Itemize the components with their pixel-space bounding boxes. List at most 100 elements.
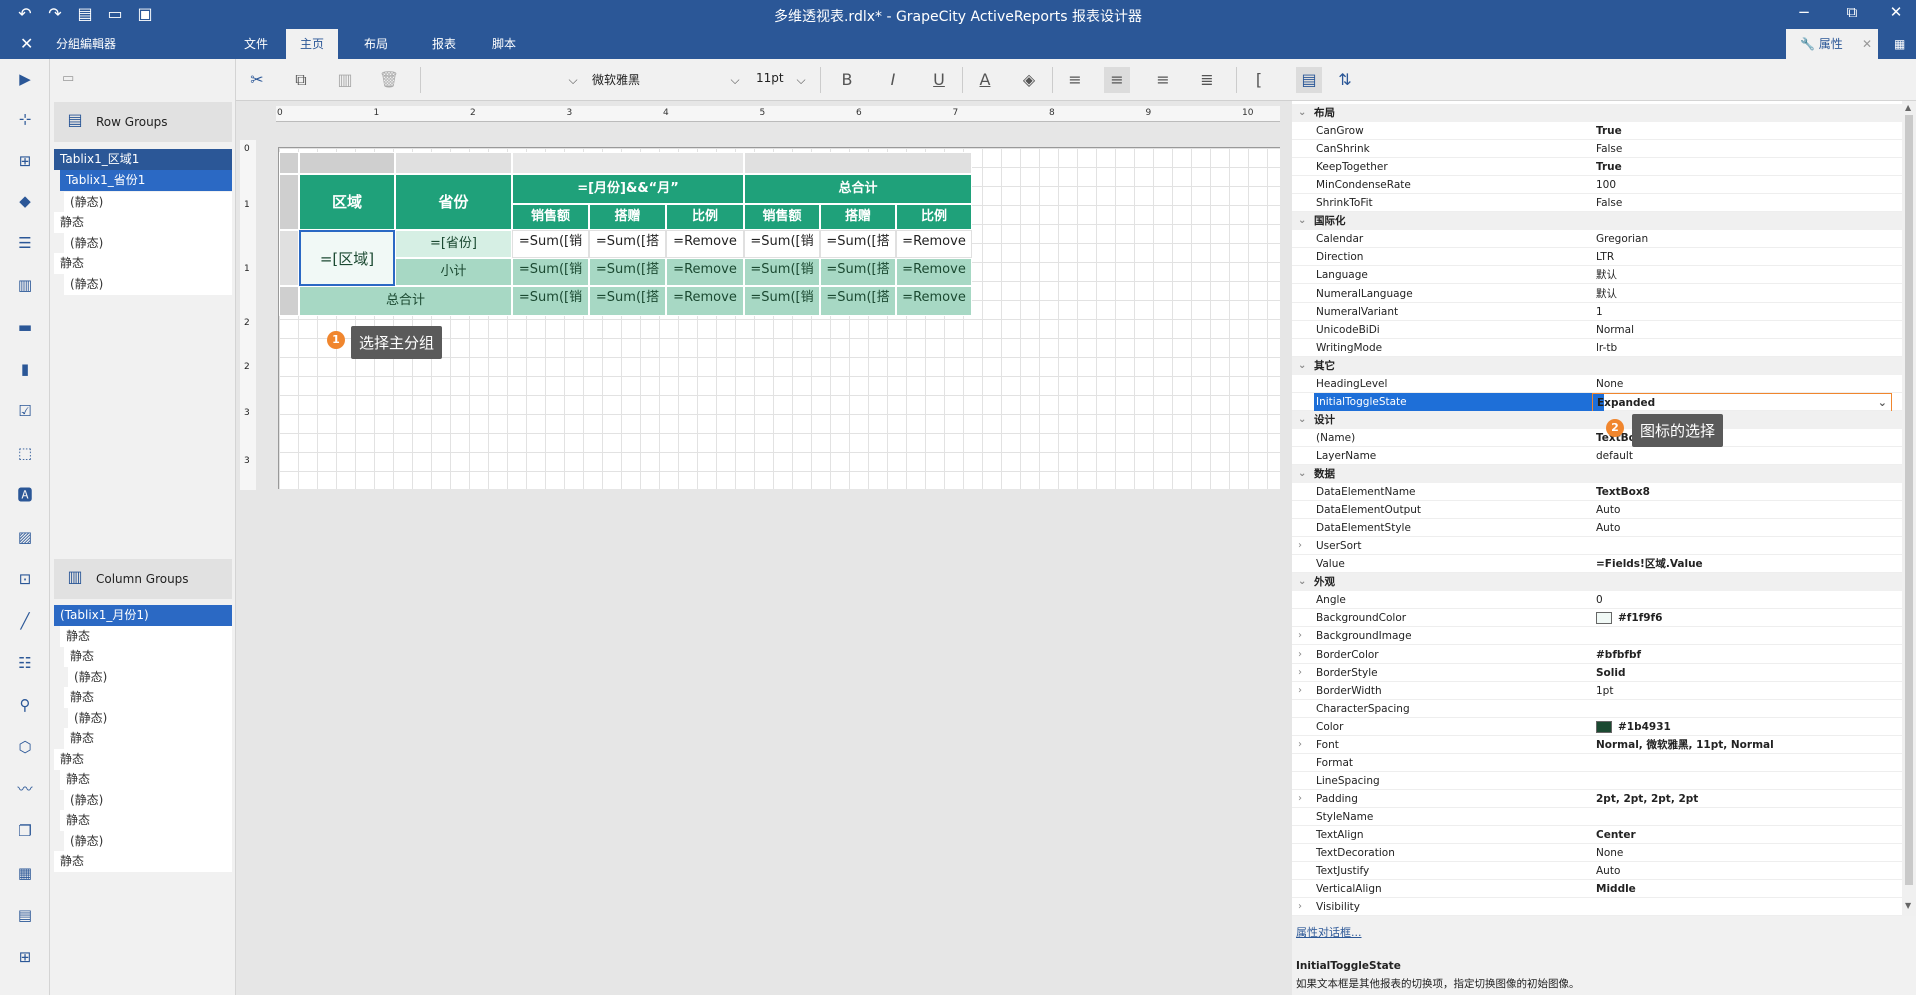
barcode-icon[interactable]: ▥ xyxy=(13,273,37,297)
row-group-item[interactable]: 静态 xyxy=(54,212,232,233)
tablix-cell[interactable]: =Sum([销 xyxy=(512,258,589,286)
paste-icon[interactable]: ▥ xyxy=(332,67,358,93)
property-category[interactable]: ⌄ 数据 xyxy=(1292,465,1902,483)
column-handle[interactable] xyxy=(395,152,512,174)
property-row[interactable]: Color #1b4931 xyxy=(1292,718,1902,736)
align-right-icon[interactable]: ≡ xyxy=(1150,67,1176,93)
align-left-icon[interactable]: ≡ xyxy=(1062,67,1088,93)
subtotal-cell[interactable]: 小计 xyxy=(395,258,512,286)
tablix-cell[interactable]: =Sum([搭 xyxy=(589,286,666,316)
property-row[interactable]: NumeralVariant 1 xyxy=(1292,303,1902,321)
tablix-cell[interactable]: =Remove xyxy=(666,258,744,286)
cut-icon[interactable]: ✂ xyxy=(244,67,270,93)
column-group-item[interactable]: (静态) xyxy=(68,666,232,688)
property-category[interactable]: ⌄ 设计 xyxy=(1292,410,1902,429)
tablix-cell[interactable]: =Remove xyxy=(896,258,972,286)
property-category[interactable]: ⌄ 外观 xyxy=(1292,573,1902,592)
property-row[interactable]: › BackgroundImage xyxy=(1292,627,1902,646)
tablix-cell[interactable]: =Sum([搭 xyxy=(820,286,896,316)
column-group-item[interactable]: (静态) xyxy=(64,830,232,852)
collapse-chevron-icon[interactable]: ⌄ xyxy=(1298,465,1306,483)
property-value[interactable]: False xyxy=(1592,194,1892,212)
property-row[interactable]: LayerName default xyxy=(1292,447,1902,465)
property-value[interactable]: default xyxy=(1592,447,1892,465)
tablix-cell[interactable]: =Remove xyxy=(896,230,972,258)
sub-header[interactable]: 销售额 xyxy=(512,204,589,230)
font-size-chevron-down-icon[interactable]: ⌵ xyxy=(788,67,814,93)
column-group-item[interactable]: (Tablix1_月份1) xyxy=(54,605,232,626)
table-icon[interactable]: ▦ xyxy=(13,861,37,885)
more-tools-icon[interactable]: [ xyxy=(1246,67,1272,93)
tab-home[interactable]: 主页 xyxy=(286,29,339,59)
property-row[interactable]: WritingMode lr-tb xyxy=(1292,339,1902,357)
underline-button[interactable]: U xyxy=(926,67,952,93)
tablix-cell[interactable]: =Sum([销 xyxy=(744,230,820,258)
tab-report[interactable]: 报表 xyxy=(418,29,470,59)
header-month[interactable]: =[月份]&&“月” xyxy=(512,174,744,204)
collapse-chevron-icon[interactable]: ⌄ xyxy=(1298,357,1306,375)
region-cell-selected[interactable]: =[区域] xyxy=(299,230,395,286)
property-row[interactable]: TextAlign Center xyxy=(1292,826,1902,844)
property-row[interactable]: DataElementOutput Auto xyxy=(1292,501,1902,520)
row-handle[interactable] xyxy=(279,230,299,286)
row-group-item[interactable]: 静态 xyxy=(54,253,232,274)
sparkline-icon[interactable]: 〰 xyxy=(13,777,37,801)
restore-button[interactable]: ⧉ xyxy=(1832,3,1872,21)
expand-chevron-icon[interactable]: › xyxy=(1298,537,1302,555)
grid-icon[interactable]: ⊞ xyxy=(13,945,37,969)
expand-chevron-icon[interactable]: › xyxy=(1298,664,1302,682)
sub-header[interactable]: 比例 xyxy=(896,204,972,230)
header-total[interactable]: 总合计 xyxy=(744,174,972,204)
property-value[interactable]: Normal xyxy=(1592,321,1892,339)
align-center-icon[interactable]: ≡ xyxy=(1104,67,1130,93)
property-value[interactable]: LTR xyxy=(1592,248,1892,266)
property-row[interactable]: DataElementName TextBox8 xyxy=(1292,483,1902,502)
tablix-cell[interactable]: =Remove xyxy=(666,286,744,316)
tablix-cell[interactable]: =Remove xyxy=(666,230,744,258)
column-group-item[interactable]: 静态 xyxy=(60,769,232,790)
justify-icon[interactable]: ≣ xyxy=(1194,67,1220,93)
province-cell[interactable]: =[省份] xyxy=(395,230,512,258)
property-category[interactable]: ⌄ 其它 xyxy=(1292,356,1902,375)
expand-chevron-icon[interactable]: › xyxy=(1298,736,1302,754)
row-group-item[interactable]: Tablix1_省份1 xyxy=(60,170,232,191)
property-value[interactable]: None xyxy=(1592,844,1892,862)
expand-chevron-icon[interactable]: › xyxy=(1298,627,1302,645)
property-row[interactable]: StyleName xyxy=(1292,808,1902,826)
dropdown-chevron-icon[interactable]: ⌄ xyxy=(1878,394,1887,412)
minimize-button[interactable]: − xyxy=(1784,3,1824,21)
copy-icon[interactable]: ⧉ xyxy=(288,67,314,93)
tablix-cell[interactable]: =Sum([销 xyxy=(744,258,820,286)
property-row[interactable]: HeadingLevel None xyxy=(1292,375,1902,393)
expand-chevron-icon[interactable]: › xyxy=(1298,898,1302,916)
sub-header[interactable]: 比例 xyxy=(666,204,744,230)
property-row[interactable]: › BorderColor #bfbfbf xyxy=(1292,646,1902,664)
property-row[interactable]: ShrinkToFit False xyxy=(1292,194,1902,213)
property-row[interactable]: CanGrow True xyxy=(1292,122,1902,141)
row-group-item[interactable]: Tablix1_区域1 xyxy=(54,149,232,170)
row-group-item[interactable]: (静态) xyxy=(64,233,232,254)
property-value[interactable]: #bfbfbf xyxy=(1592,646,1892,664)
property-value[interactable]: Solid xyxy=(1592,664,1892,682)
sub-header[interactable]: 销售额 xyxy=(744,204,820,230)
property-category[interactable]: ⌄ 布局 xyxy=(1292,104,1902,122)
column-handle[interactable] xyxy=(744,152,972,174)
property-row[interactable]: Language 默认 xyxy=(1292,266,1902,285)
property-row[interactable]: TextDecoration None xyxy=(1292,844,1902,863)
checkbox-icon[interactable]: ☑ xyxy=(13,399,37,423)
expand-chevron-icon[interactable]: › xyxy=(1298,790,1302,808)
property-value[interactable]: =Fields!区域.Value xyxy=(1592,555,1892,573)
property-value[interactable]: Normal, 微软雅黑, 11pt, Normal xyxy=(1592,736,1892,754)
tab-script[interactable]: 脚本 xyxy=(478,29,530,59)
column-handle[interactable] xyxy=(299,152,395,174)
property-value[interactable]: Auto xyxy=(1592,862,1892,880)
tablix-icon[interactable]: ▤ xyxy=(13,903,37,927)
column-group-item[interactable]: 静态 xyxy=(64,728,232,749)
hierarchy-icon[interactable]: ⊹ xyxy=(13,107,37,131)
collapse-chevron-icon[interactable]: ⌄ xyxy=(1298,411,1306,429)
font-family-chevron-down-icon[interactable]: ⌵ xyxy=(722,67,748,93)
column-group-item[interactable]: 静态 xyxy=(54,748,232,770)
column-group-item[interactable]: 静态 xyxy=(54,851,232,872)
property-value[interactable]: TextBox8 xyxy=(1592,483,1892,501)
tablix-cell[interactable]: =Sum([搭 xyxy=(820,230,896,258)
